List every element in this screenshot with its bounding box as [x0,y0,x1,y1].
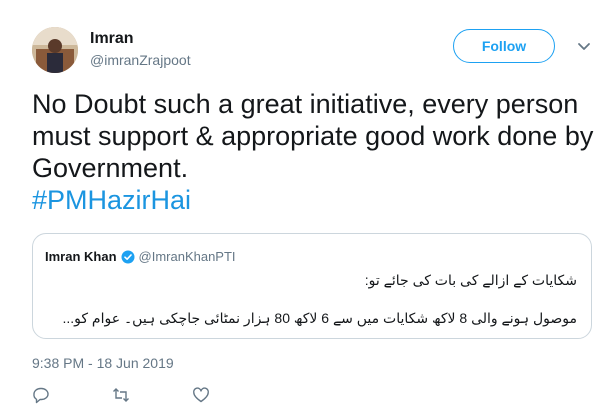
verified-icon [121,250,135,264]
follow-button[interactable]: Follow [453,29,555,63]
quoted-text-line: شکایات کے ازالے کی بات کی جائے تو: [364,272,577,288]
action-bar [32,386,272,404]
hashtag-link[interactable]: #PMHazirHai [32,184,597,216]
quoted-text-line: موصول ہونے والی 8 لاکھ شکایات میں سے 6 ل… [62,310,577,326]
quoted-tweet-header: Imran Khan @ImranKhanPTI [45,249,236,264]
quoted-tweet[interactable]: Imran Khan @ImranKhanPTI شکایات کے ازالے… [32,233,592,339]
tweet-text: No Doubt such a great initiative, every … [32,88,597,216]
quoted-author-name: Imran Khan [45,249,117,264]
author-name[interactable]: Imran [90,30,134,48]
retweet-icon[interactable] [112,386,130,404]
chevron-down-icon[interactable] [576,38,592,54]
timestamp[interactable]: 9:38 PM - 18 Jun 2019 [32,355,174,371]
avatar[interactable] [32,27,78,73]
author-handle[interactable]: @imranZrajpoot [90,52,191,68]
quoted-author-handle: @ImranKhanPTI [138,249,236,264]
reply-icon[interactable] [32,386,50,404]
tweet-body: No Doubt such a great initiative, every … [32,89,594,183]
like-icon[interactable] [192,386,210,404]
